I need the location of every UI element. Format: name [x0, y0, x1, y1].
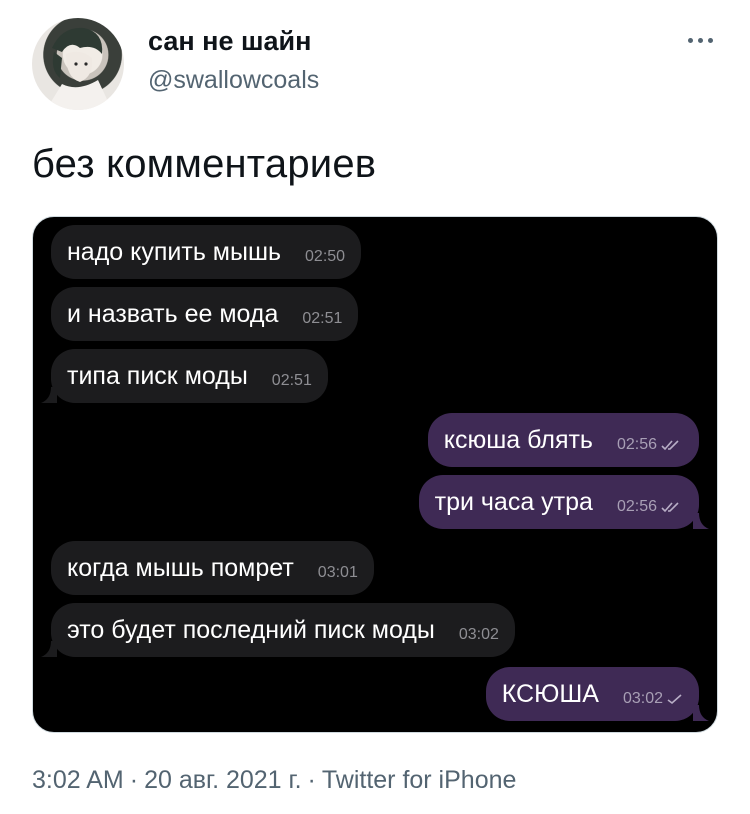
chat-message-incoming: это будет последний писк моды 03:02	[51, 603, 515, 657]
chat-message-incoming: надо купить мышь 02:50	[51, 225, 362, 279]
bubble-tail-incoming	[41, 641, 57, 657]
message-time: 02:50	[305, 248, 346, 265]
bubble-tail-incoming	[41, 387, 57, 403]
message-text: когда мышь помрет	[67, 553, 294, 582]
double-check-icon	[661, 440, 679, 451]
bubble-tail-outgoing	[693, 513, 709, 529]
tweet-time[interactable]: 3:02 AM	[32, 766, 124, 794]
message-text: надо купить мышь	[67, 237, 282, 266]
message-text: это будет последний писк моды	[67, 615, 435, 644]
more-icon[interactable]	[680, 28, 720, 52]
chat-message-incoming: и назвать ее мода 02:51	[51, 287, 359, 341]
chat-message-outgoing: три часа утра 02:56	[418, 475, 699, 529]
message-time: 03:02	[622, 690, 663, 707]
separator-dot: ·	[307, 766, 316, 794]
tweet-source[interactable]: Twitter for iPhone	[322, 766, 517, 794]
message-text: и назвать ее мода	[67, 299, 279, 328]
message-time: 02:56	[616, 436, 657, 453]
message-time: 02:51	[271, 372, 312, 389]
chat-message-outgoing: ксюша блять 02:56	[427, 413, 699, 467]
chat-message-incoming: когда мышь помрет 03:01	[51, 541, 374, 595]
avatar-illustration	[46, 27, 112, 110]
message-time: 02:51	[302, 310, 343, 327]
single-check-icon	[667, 694, 682, 705]
separator-dot: ·	[129, 766, 139, 794]
message-time: 03:01	[317, 564, 358, 581]
double-check-icon	[661, 502, 679, 513]
message-text: ксюша блять	[443, 425, 593, 454]
chat-message-outgoing: КСЮША 03:02	[485, 667, 699, 721]
tweet-date[interactable]: 20 авг. 2021 г.	[144, 766, 301, 794]
tweet-text: без комментариев	[32, 142, 377, 186]
user-handle[interactable]: @swallowcoals	[148, 66, 319, 95]
avatar[interactable]	[32, 18, 124, 110]
more-dot	[697, 37, 703, 43]
message-text: три часа утра	[434, 487, 593, 516]
message-time: 02:56	[616, 498, 657, 515]
more-dot	[687, 37, 693, 43]
attached-image-chat-screenshot[interactable]: надо купить мышь 02:50 и назвать ее мода…	[32, 216, 718, 733]
bubble-tail-outgoing	[693, 705, 709, 721]
display-name[interactable]: сан не шайн	[148, 26, 311, 57]
message-text: типа писк моды	[67, 361, 248, 390]
tweet-metadata: 3:02 AM · 20 авг. 2021 г. · Twitter for iPho…	[32, 766, 516, 795]
message-time: 03:02	[458, 626, 499, 643]
chat-message-incoming: типа писк моды 02:51	[51, 349, 328, 403]
message-text: КСЮША	[501, 679, 599, 708]
more-dot	[707, 37, 713, 43]
